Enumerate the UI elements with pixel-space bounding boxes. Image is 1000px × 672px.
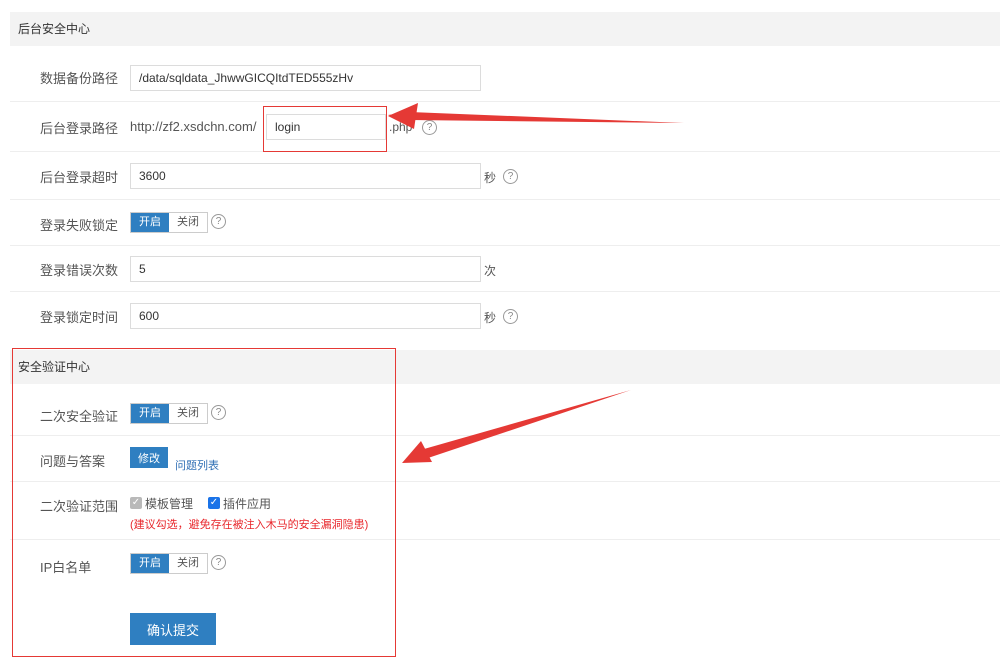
arrow-head-login-path-icon (388, 103, 418, 129)
arrow-to-verify-center-icon (404, 390, 631, 462)
arrow-to-login-path-icon (388, 112, 684, 123)
annotation-arrows (388, 103, 684, 463)
